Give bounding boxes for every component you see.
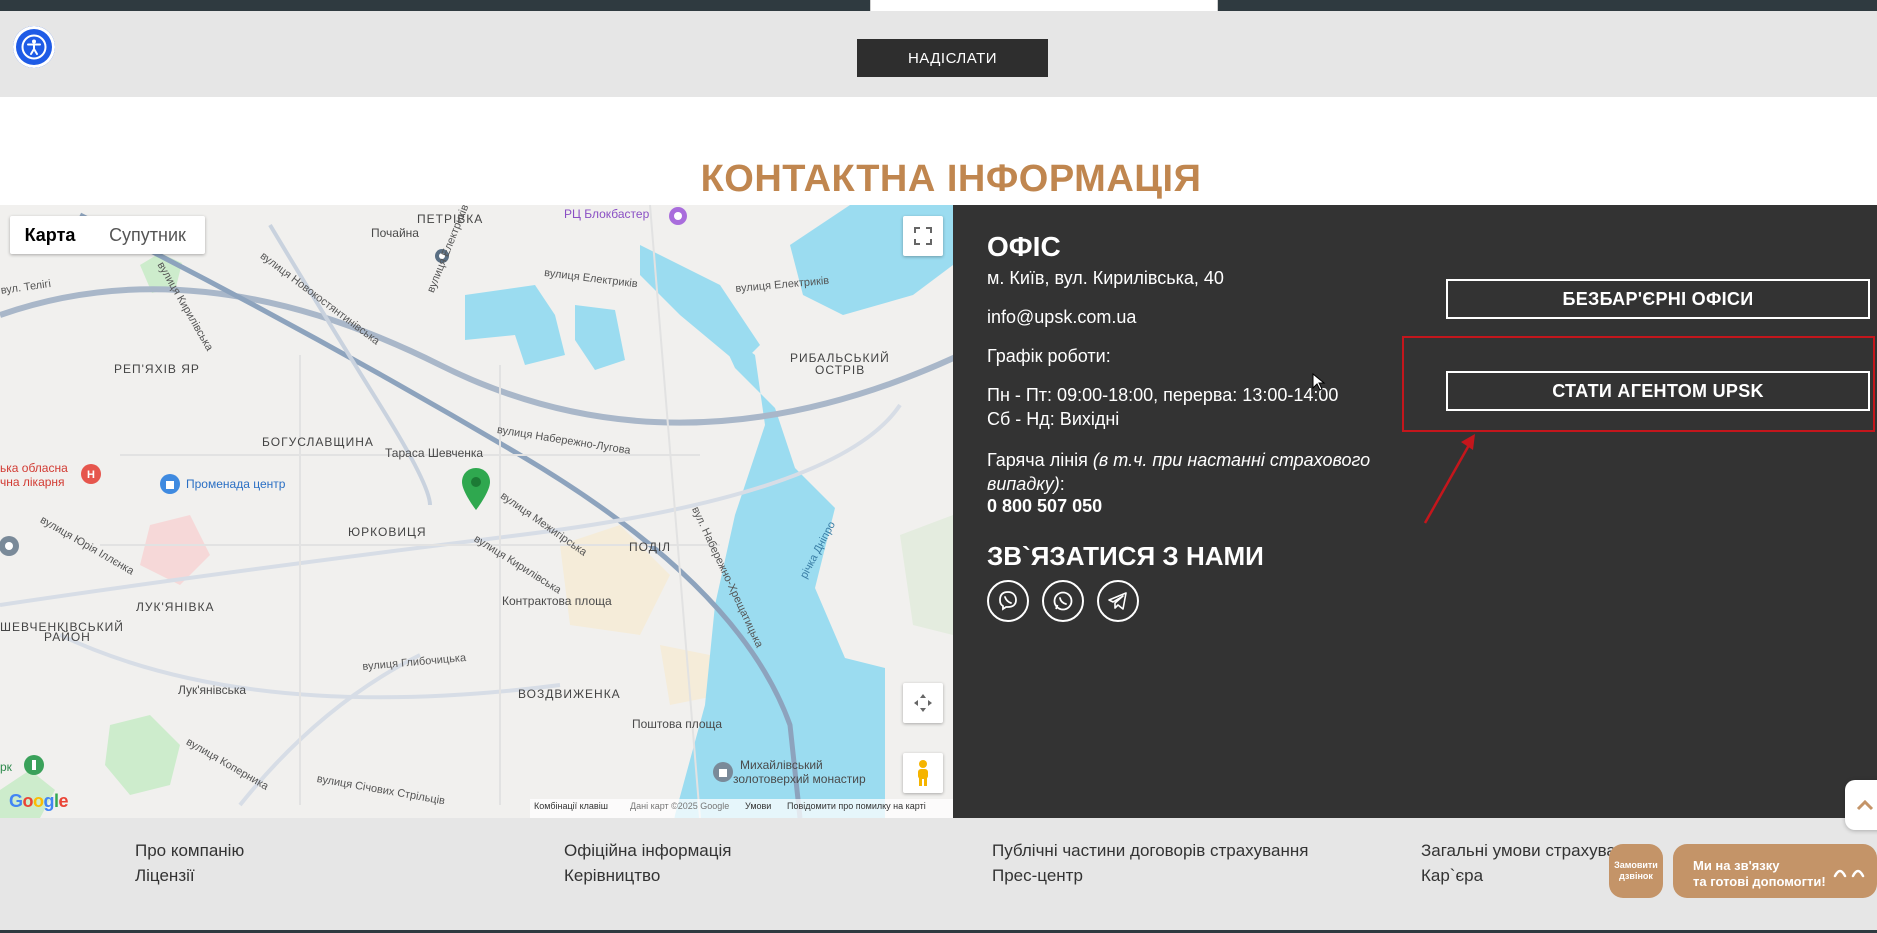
map-place-label: Михайлівський [740,758,823,772]
hotline-colon: : [1059,474,1065,494]
map-district-label: ПОДІЛ [629,540,672,554]
barrier-free-offices-button[interactable]: БЕЗБАР'ЄРНІ ОФІСИ [1446,279,1870,319]
map-canvas [0,205,953,818]
location-pin-icon[interactable] [462,468,490,510]
park-icon [24,755,44,775]
street-view-pegman-icon[interactable] [903,753,943,793]
map-place-label: Лук'янівська [178,683,247,697]
map-district-label: ЛУК'ЯНІВКА [136,600,215,614]
map-report-link[interactable]: Повідомити про помилку на карті [787,801,926,811]
keyboard-shortcuts-link[interactable]: Комбінації клавіш [534,801,608,811]
map-district-label: РЕП'ЯХІВ ЯР [114,362,200,376]
map-district-label: ЮРКОВИЦЯ [348,525,427,539]
chat-help-button[interactable]: Ми на зв'язку та готові допомогти! [1673,844,1877,898]
footer: Про компанію Ліцензії Офіційна інформаці… [0,818,1877,933]
callback-request-button[interactable]: Замовити дзвінок [1609,844,1663,898]
hotline-label: Гаряча лінія [987,450,1093,470]
mouse-cursor-icon [1312,373,1326,391]
footer-link-press-center[interactable]: Прес-центр [992,866,1083,886]
poi-icon [0,536,19,556]
chat-icon [1833,869,1865,878]
footer-link-management[interactable]: Керівництво [564,866,660,886]
map-place-label: золотоверхий монастир [733,772,866,786]
footer-link-licenses[interactable]: Ліцензії [135,866,195,886]
svg-text:H: H [87,469,95,481]
google-logo: Google [9,791,69,811]
map-place-label: Промeнада центр [186,477,286,491]
map-place-label: Поштова площа [632,717,723,731]
map-type-control: Карта Супутник [10,216,205,254]
schedule-label: Графік роботи: [987,346,1111,366]
submit-button[interactable]: НАДІСЛАТИ [857,39,1048,77]
camera-control-icon[interactable] [903,683,943,723]
map-place-label: Тараса Шевченка [385,446,484,460]
whatsapp-icon[interactable] [1042,580,1084,622]
map-district-label: ОСТРІВ [815,363,866,377]
hotline-phone[interactable]: 0 800 507 050 [987,496,1102,517]
chevron-up-icon [1856,799,1874,811]
schedule-weekdays: Пн - Пт: 09:00-18:00, перерва: 13:00-14:… [987,385,1339,405]
annotation-highlight-box [1402,336,1875,432]
connect-title: ЗВ`ЯЗАТИСЯ З НАМИ [987,541,1264,571]
map-place-label: рк [0,760,12,774]
telegram-icon[interactable] [1097,580,1139,622]
map-place-label: ька обласна [0,461,68,475]
map-place-label: Почайна [371,226,419,240]
map-district-label: РАЙОН [44,630,91,644]
chat-help-line2: та готові допомогти! [1693,874,1826,889]
map[interactable]: Карта Супутник H ПЕТРІВКА РЕП'ЯХІВ ЯР БО… [0,205,953,818]
footer-link-career[interactable]: Кар`єра [1421,866,1483,886]
map-type-button-satellite[interactable]: Супутник [90,216,205,254]
footer-link-about[interactable]: Про компанію [135,841,244,861]
footer-link-public-contracts[interactable]: Публічні частини договорів страхування [992,841,1308,861]
office-address: м. Київ, вул. Кирилівська, 40 [987,268,1224,288]
map-terms-link[interactable]: Умови [745,801,771,811]
cinema-icon [669,207,687,225]
chat-help-line1: Ми на зв'язку [1693,858,1780,873]
office-email[interactable]: info@upsk.com.ua [987,307,1136,328]
scroll-to-top-button[interactable] [1845,780,1877,830]
map-data-credit: Дані карт ©2025 Google [630,801,730,811]
shopping-icon [160,474,180,494]
annotation-arrow-icon [1423,434,1475,524]
monastery-icon [713,762,733,782]
office-title: ОФІС [987,231,1061,262]
map-place-label: РЦ Блокбастер [564,207,650,221]
hospital-icon: H [81,464,101,484]
map-type-button-map[interactable]: Карта [10,216,90,254]
footer-link-official-info[interactable]: Офіційна інформація [564,841,732,861]
schedule-weekend: Сб - Нд: Вихідні [987,409,1120,429]
accessibility-icon[interactable] [13,26,55,68]
map-district-label: БОГУСЛАВЩИНА [262,435,374,449]
fullscreen-icon[interactable] [903,216,943,256]
viber-icon[interactable] [987,580,1029,622]
callback-label: Замовити дзвінок [1614,860,1658,881]
map-district-label: ВОЗДВИЖЕНКА [518,687,621,701]
map-district-label: ПЕТРІВКА [417,212,484,226]
section-title: КОНТАКТНА ІНФОРМАЦІЯ [700,158,1202,200]
hotline-text: Гаряча лінія (в т.ч. при настанні страхо… [987,448,1387,496]
map-place-label: чна лікарня [0,475,65,489]
